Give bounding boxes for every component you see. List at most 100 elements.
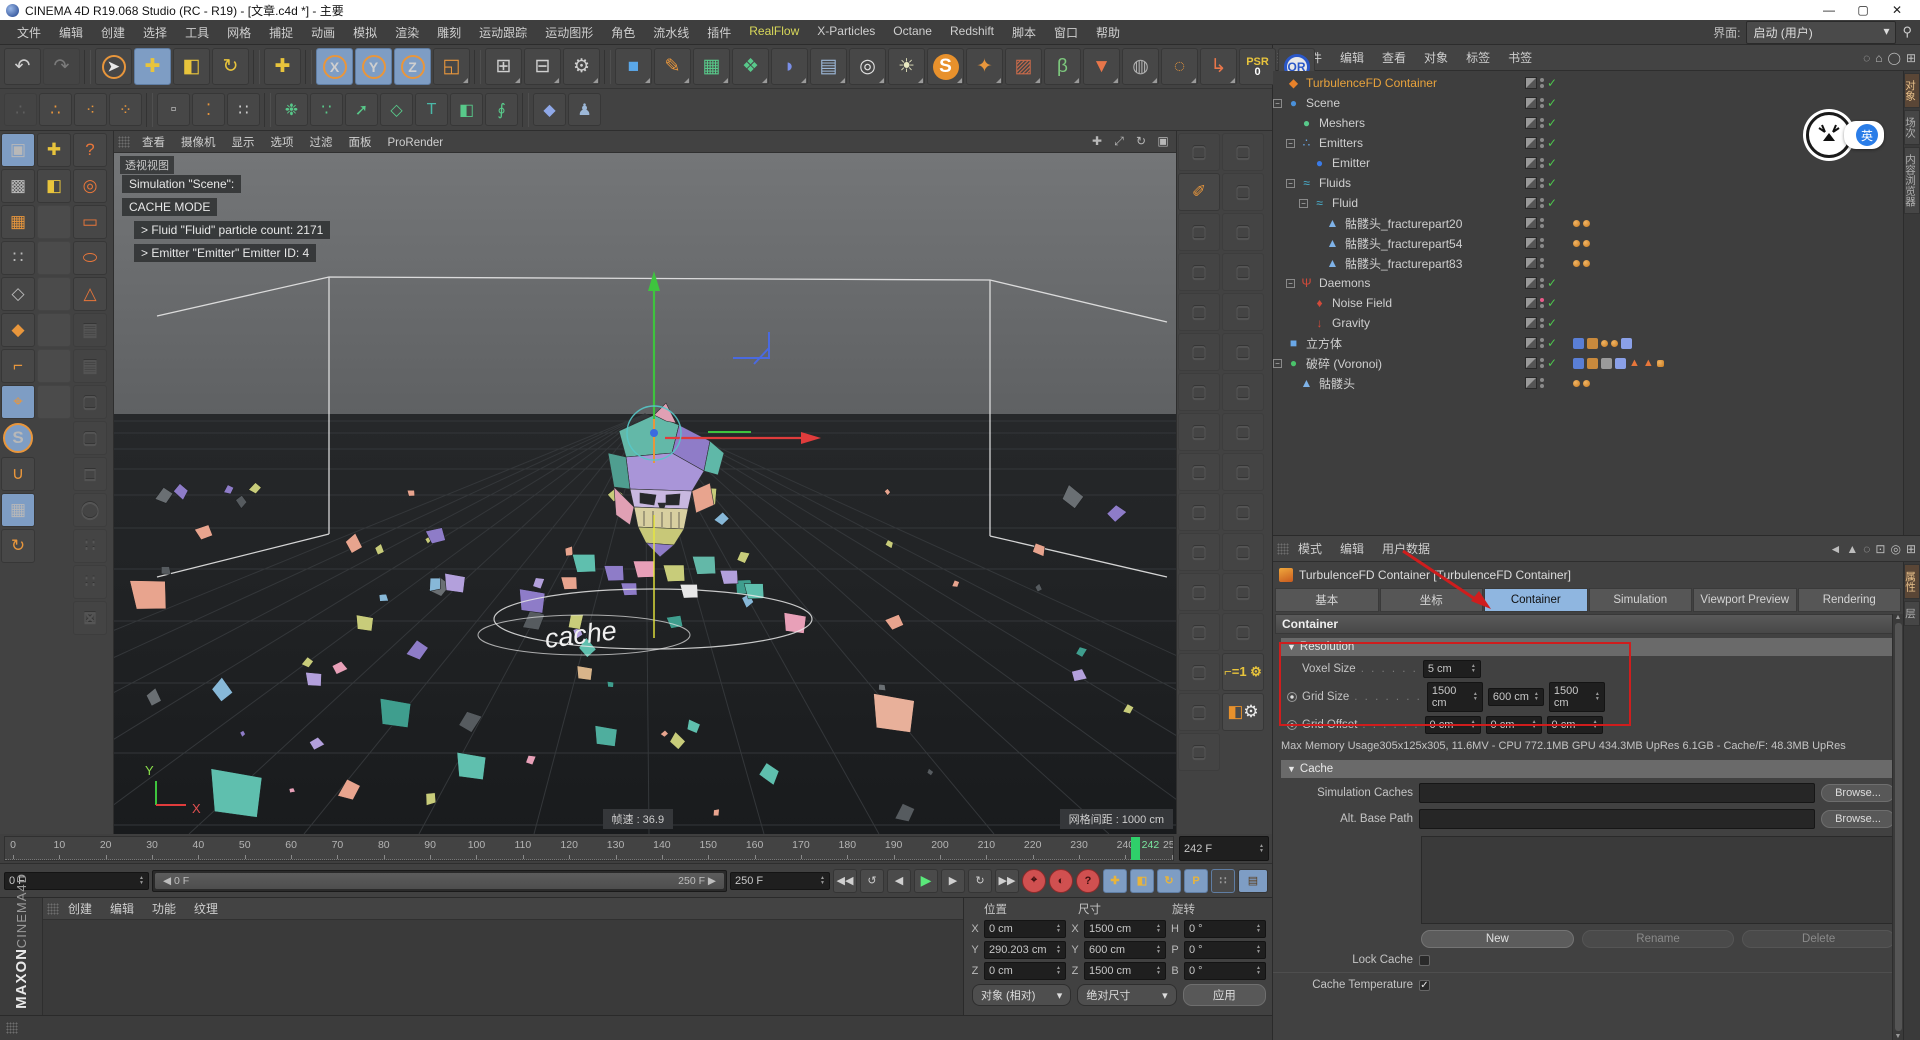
- view-toggle-icon[interactable]: ▣: [1154, 134, 1172, 149]
- mesh-tool-13[interactable]: ▢: [1222, 613, 1264, 651]
- alt-base-path-field[interactable]: [1419, 809, 1815, 829]
- particle-tag-icon[interactable]: [1583, 220, 1590, 227]
- layer-color-box[interactable]: [1525, 157, 1537, 169]
- menu-item-RealFlow[interactable]: RealFlow: [740, 21, 808, 44]
- object-label[interactable]: Scene: [1306, 96, 1340, 110]
- render-picture-viewer-button[interactable]: ⊟: [524, 48, 561, 85]
- modeling-tool-15[interactable]: ▢: [1178, 733, 1220, 771]
- menu-item-捕捉[interactable]: 捕捉: [260, 21, 302, 44]
- om-menu-查看[interactable]: 查看: [1373, 48, 1415, 68]
- size-mode-dropdown[interactable]: 绝对尺寸▾: [1077, 984, 1176, 1006]
- object-label[interactable]: Gravity: [1332, 316, 1370, 330]
- axis-scale-button[interactable]: ⌐=1 ⚙: [1222, 653, 1264, 691]
- polygon-select-button[interactable]: △: [73, 277, 107, 311]
- goto-start-button[interactable]: ◀◀: [833, 869, 857, 893]
- enable-check-icon[interactable]: ✓: [1547, 196, 1559, 210]
- crystal-tool[interactable]: ◆: [533, 93, 566, 126]
- particle-tag-icon[interactable]: [1583, 380, 1590, 387]
- layer-color-box[interactable]: [1525, 117, 1537, 129]
- material-menu-功能[interactable]: 功能: [143, 899, 185, 919]
- palette-empty-slot[interactable]: [37, 241, 71, 275]
- viewport-settings-button[interactable]: ◧⚙: [1222, 693, 1264, 731]
- primitive-cube-menu[interactable]: ■: [615, 48, 652, 85]
- visibility-dots[interactable]: [1540, 218, 1544, 228]
- size-y-field[interactable]: 600 cm▲▼: [1084, 941, 1166, 959]
- simulation-caches-field[interactable]: [1419, 783, 1815, 803]
- palette-empty-slot[interactable]: [37, 205, 71, 239]
- om-menu-编辑[interactable]: 编辑: [1331, 48, 1373, 68]
- close-button[interactable]: ✕: [1880, 3, 1914, 17]
- layer-color-box[interactable]: [1525, 317, 1537, 329]
- visibility-dots[interactable]: [1540, 298, 1544, 308]
- menu-item-动画[interactable]: 动画: [302, 21, 344, 44]
- tree-row[interactable]: ♦Noise Field✓: [1273, 293, 1903, 313]
- move-tool[interactable]: ✚: [134, 48, 171, 85]
- side-tab-对象[interactable]: 对象: [1904, 73, 1920, 108]
- am-back-icon[interactable]: ◄: [1829, 542, 1841, 556]
- expander-icon[interactable]: −: [1273, 99, 1282, 108]
- rectangle-select-button[interactable]: ▭: [73, 205, 107, 239]
- circle-select-button[interactable]: ◎: [73, 169, 107, 203]
- modeling-tool-6[interactable]: ▢: [1178, 373, 1220, 411]
- coordinate-system[interactable]: ◱: [433, 48, 470, 85]
- am-menu-用户数据[interactable]: 用户数据: [1373, 539, 1439, 559]
- modeling-tool-13[interactable]: ▢: [1178, 653, 1220, 691]
- scale-tool[interactable]: ◧: [173, 48, 210, 85]
- mesh-tool-5[interactable]: ▢: [1222, 293, 1264, 331]
- enable-check-icon[interactable]: ✓: [1547, 356, 1559, 370]
- render-settings-button[interactable]: ⚙: [563, 48, 600, 85]
- visibility-dots[interactable]: [1540, 118, 1544, 128]
- expander-icon[interactable]: −: [1299, 199, 1308, 208]
- axis-mode-button[interactable]: ⌐: [1, 349, 35, 383]
- timeline-ruler[interactable]: 0102030405060708090100110120130140150160…: [4, 836, 1174, 861]
- object-label[interactable]: Fluid: [1332, 196, 1358, 210]
- visibility-dots[interactable]: [1540, 258, 1544, 268]
- cache-group-header[interactable]: ▼ Cache: [1281, 760, 1895, 778]
- layer-color-box[interactable]: [1525, 197, 1537, 209]
- cross-tool[interactable]: ⊠: [73, 601, 107, 635]
- mesh-tool-3[interactable]: ▢: [1222, 213, 1264, 251]
- dotted-circle-tool[interactable]: ◌: [1161, 48, 1198, 85]
- layer-color-box[interactable]: [1525, 137, 1537, 149]
- side-tab-场次[interactable]: 场次: [1904, 110, 1920, 145]
- end-frame-field[interactable]: 250 F▲▼: [730, 872, 830, 890]
- view-pan-icon[interactable]: ✚: [1088, 134, 1106, 149]
- lc-tool-button[interactable]: ↳: [1200, 48, 1237, 85]
- turbulencefd-button[interactable]: ◍: [1122, 48, 1159, 85]
- menu-item-Redshift[interactable]: Redshift: [941, 21, 1003, 44]
- rf-node-dots[interactable]: ⁚: [192, 93, 225, 126]
- menu-item-雕刻[interactable]: 雕刻: [428, 21, 470, 44]
- modeling-tool-1[interactable]: ▢: [1178, 133, 1220, 171]
- am-search-icon[interactable]: ◌: [1863, 542, 1870, 556]
- gravity-daemon-button[interactable]: ▼: [1083, 48, 1120, 85]
- char-tag-icon[interactable]: [1587, 358, 1598, 369]
- layer-color-box[interactable]: [1525, 97, 1537, 109]
- dots-tag-icon[interactable]: [1657, 360, 1664, 367]
- attribute-scrollbar[interactable]: ▲ ▼: [1892, 614, 1903, 1040]
- texture-mode-button[interactable]: ▩: [1, 169, 35, 203]
- material-menu-纹理[interactable]: 纹理: [185, 899, 227, 919]
- tab-坐标[interactable]: 坐标: [1380, 588, 1484, 612]
- rf-node-small[interactable]: ▫: [157, 93, 190, 126]
- material-list-area[interactable]: [43, 920, 963, 1015]
- prev-frame-button[interactable]: ◀: [887, 869, 911, 893]
- mesh-tool-8[interactable]: ▢: [1222, 413, 1264, 451]
- enable-check-icon[interactable]: ✓: [1547, 176, 1559, 190]
- menu-item-Octane[interactable]: Octane: [884, 21, 941, 44]
- menu-item-插件[interactable]: 插件: [698, 21, 740, 44]
- om-menu-书签[interactable]: 书签: [1499, 48, 1541, 68]
- enable-check-icon[interactable]: ✓: [1547, 276, 1559, 290]
- menu-item-窗口[interactable]: 窗口: [1045, 21, 1087, 44]
- modeling-tool-7[interactable]: ▢: [1178, 413, 1220, 451]
- play-button[interactable]: ▶: [914, 869, 938, 893]
- ime-lang-pill[interactable]: 英: [1844, 121, 1884, 149]
- minimize-button[interactable]: —: [1812, 3, 1846, 17]
- object-label[interactable]: Emitters: [1319, 136, 1363, 150]
- coord-mode-dropdown[interactable]: 对象 (相对)▾: [972, 984, 1071, 1006]
- new-cache-button[interactable]: New: [1421, 930, 1574, 948]
- modeling-tool-12[interactable]: ▢: [1178, 613, 1220, 651]
- layer-color-box[interactable]: [1525, 257, 1537, 269]
- mesh-tool-11[interactable]: ▢: [1222, 533, 1264, 571]
- deformer-menu[interactable]: ◗: [771, 48, 808, 85]
- menu-item-工具[interactable]: 工具: [176, 21, 218, 44]
